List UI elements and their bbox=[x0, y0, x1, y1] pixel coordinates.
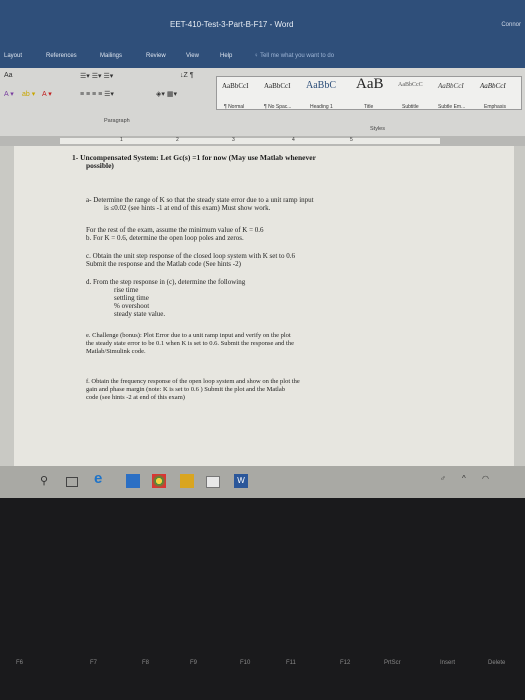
question-heading-cont: possible) bbox=[86, 161, 114, 170]
task-view-icon[interactable] bbox=[66, 477, 78, 487]
tab-review[interactable]: Review bbox=[146, 53, 166, 59]
part-d-item: % overshoot bbox=[114, 302, 150, 310]
style-normal-name: ¶ Normal bbox=[224, 104, 245, 110]
key-prtscr[interactable]: PrtScr bbox=[384, 660, 401, 666]
window-title: EET-410-Test-3-Part-B-F17 - Word bbox=[170, 20, 294, 29]
tab-view[interactable]: View bbox=[186, 53, 199, 59]
people-icon[interactable]: ♂ bbox=[440, 474, 454, 488]
style-nospacing-name: ¶ No Spac... bbox=[264, 104, 292, 110]
tell-me-box[interactable]: ♀ Tell me what you want to do bbox=[254, 53, 334, 59]
part-f-line3: code (see hints -2 at end of this exam) bbox=[86, 394, 185, 401]
text-effects-icon[interactable]: A ▾ bbox=[4, 90, 14, 98]
style-subtitle-name: Subtitle bbox=[402, 104, 419, 110]
style-subtle-name: Subtle Em... bbox=[438, 104, 466, 110]
part-d: d. From the step response in (c), determ… bbox=[86, 278, 246, 286]
ruler-mark-4: 4 bbox=[292, 137, 295, 143]
part-e-line2: the steady state error to be 0.1 when K … bbox=[86, 340, 294, 347]
part-e-line1: e. Challenge (bonus): Plot Error due to … bbox=[86, 332, 291, 339]
key-f8[interactable]: F8 bbox=[142, 660, 149, 666]
key-insert[interactable]: Insert bbox=[440, 660, 455, 666]
part-a-line2: is ≤0.02 (see hints -1 at end of this ex… bbox=[104, 204, 271, 212]
tab-references[interactable]: References bbox=[46, 53, 77, 59]
part-d-item: steady state value. bbox=[114, 310, 166, 318]
style-subtle-sample[interactable]: AaBbCcI bbox=[438, 82, 464, 90]
monitor-screen: EET-410-Test-3-Part-B-F17 - Word Connor … bbox=[0, 0, 525, 498]
ruler-track bbox=[60, 138, 440, 144]
bullets-icon[interactable]: ☰▾ ☰▾ ☰▾ bbox=[80, 72, 113, 80]
key-f9[interactable]: F9 bbox=[190, 660, 197, 666]
tab-help[interactable]: Help bbox=[220, 53, 232, 59]
title-bar: EET-410-Test-3-Part-B-F17 - Word Connor bbox=[0, 0, 525, 48]
key-f6[interactable]: F6 bbox=[16, 660, 23, 666]
key-f12[interactable]: F12 bbox=[340, 660, 350, 666]
style-heading1-name: Heading 1 bbox=[310, 104, 333, 110]
style-heading1-sample[interactable]: AaBbC bbox=[306, 80, 336, 91]
ribbon: Aa A ▾ ab ▾ A ▾ ☰▾ ☰▾ ☰▾ ≡ ≡ ≡ ≡ ☰▾ ↓Z ¶… bbox=[0, 68, 525, 137]
paragraph-group-label: Paragraph bbox=[104, 118, 130, 124]
style-subtitle-sample[interactable]: AaBbCcC bbox=[398, 82, 423, 88]
style-emphasis-name: Emphasis bbox=[484, 104, 506, 110]
part-b: b. For K = 0.6, determine the open loop … bbox=[86, 234, 244, 242]
ruler-mark-2: 2 bbox=[176, 137, 179, 143]
file-explorer-icon[interactable] bbox=[180, 474, 194, 488]
search-icon[interactable]: ⚲ bbox=[40, 474, 54, 488]
edge-icon[interactable]: e bbox=[94, 470, 108, 487]
highlight-icon[interactable]: ab ▾ bbox=[22, 90, 35, 98]
part-a-line1: a- Determine the range of K so that the … bbox=[86, 196, 314, 204]
taskbar: ⚲ e W ♂ ^ ◠ bbox=[0, 466, 525, 498]
part-d-item: rise time bbox=[114, 286, 139, 294]
ribbon-tabs: Layout References Mailings Review View H… bbox=[0, 48, 525, 68]
keyboard-function-row: F6 F7 F8 F9 F10 F11 F12 PrtScr Insert De… bbox=[0, 660, 525, 700]
tab-mailings[interactable]: Mailings bbox=[100, 53, 122, 59]
font-size-aa[interactable]: Aa bbox=[4, 72, 13, 79]
key-f11[interactable]: F11 bbox=[286, 660, 296, 666]
font-color-icon[interactable]: A ▾ bbox=[42, 90, 52, 98]
key-f10[interactable]: F10 bbox=[240, 660, 250, 666]
tell-me-text: Tell me what you want to do bbox=[260, 53, 335, 59]
store-icon[interactable] bbox=[126, 474, 140, 488]
chevron-up-icon[interactable]: ^ bbox=[462, 474, 476, 488]
style-emphasis-sample[interactable]: AaBbCcI bbox=[480, 82, 506, 90]
chrome-icon[interactable] bbox=[152, 474, 166, 488]
part-c-line2: Submit the response and the Matlab code … bbox=[86, 260, 241, 268]
style-nospacing-sample[interactable]: AaBbCcI bbox=[264, 82, 290, 90]
part-e-line3: Matlab/Simulink code. bbox=[86, 348, 146, 355]
horizontal-ruler[interactable]: 1 2 3 4 5 bbox=[0, 136, 525, 146]
tab-layout[interactable]: Layout bbox=[4, 53, 22, 59]
align-icons[interactable]: ≡ ≡ ≡ ≡ ☰▾ bbox=[80, 90, 114, 98]
shading-icon[interactable]: ◈▾ ▦▾ bbox=[156, 90, 177, 98]
ruler-mark-1: 1 bbox=[120, 137, 123, 143]
account-name[interactable]: Connor bbox=[501, 22, 521, 28]
style-title-sample[interactable]: AaB bbox=[356, 76, 384, 93]
key-f7[interactable]: F7 bbox=[90, 660, 97, 666]
part-f-line2: gain and phase margin (note: K is set to… bbox=[86, 386, 285, 393]
part-f-line1: f. Obtain the frequency response of the … bbox=[86, 378, 300, 385]
word-icon[interactable]: W bbox=[234, 474, 248, 488]
sort-icon[interactable]: ↓Z ¶ bbox=[180, 72, 193, 79]
wifi-icon[interactable]: ◠ bbox=[482, 474, 496, 488]
rest-note: For the rest of the exam, assume the min… bbox=[86, 226, 264, 234]
part-c-line1: c. Obtain the unit step response of the … bbox=[86, 252, 295, 260]
key-delete[interactable]: Delete bbox=[488, 660, 505, 666]
mail-icon[interactable] bbox=[206, 476, 220, 488]
part-d-item: settling time bbox=[114, 294, 149, 302]
ruler-mark-3: 3 bbox=[232, 137, 235, 143]
document-page[interactable]: 1- Uncompensated System: Let Gc(s) =1 fo… bbox=[14, 146, 514, 466]
style-title-name: Title bbox=[364, 104, 374, 110]
style-normal-sample[interactable]: AaBbCcI bbox=[222, 82, 248, 90]
ruler-mark-5: 5 bbox=[350, 137, 353, 143]
styles-group-label: Styles bbox=[370, 126, 385, 132]
